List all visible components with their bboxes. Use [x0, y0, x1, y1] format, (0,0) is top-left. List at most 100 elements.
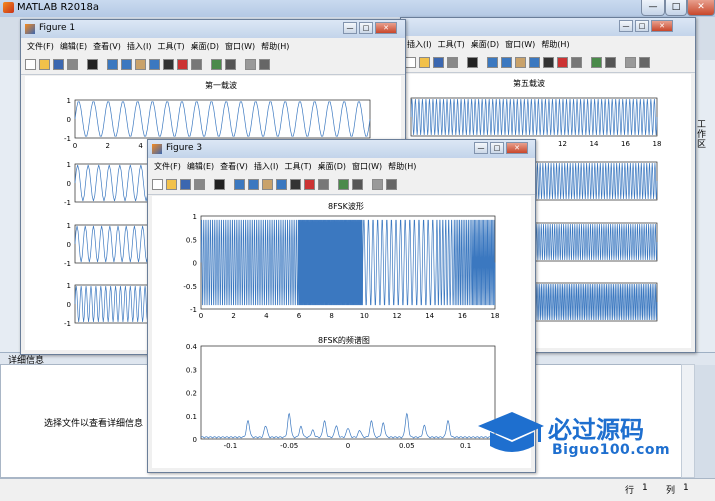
menu-item[interactable]: 工具(T) [284, 160, 311, 174]
y-tick-label: 0 [193, 260, 197, 268]
save-icon[interactable] [53, 59, 64, 70]
pan-icon[interactable] [262, 179, 273, 190]
hide-tools-icon[interactable] [245, 59, 256, 70]
menu-item[interactable]: 查看(V) [93, 40, 121, 54]
menu-item[interactable]: 插入(I) [407, 38, 432, 52]
maximize-button[interactable]: □ [665, 0, 687, 16]
left-panel-strip[interactable] [0, 60, 21, 360]
zoom-out-icon[interactable] [248, 179, 259, 190]
figure-3-minimize-button[interactable]: — [474, 142, 488, 154]
watermark-title: 必过源码 [548, 416, 644, 444]
pan-icon[interactable] [515, 57, 526, 68]
data-cursor-icon[interactable] [543, 57, 554, 68]
link-icon[interactable] [571, 57, 582, 68]
open-file-icon[interactable] [166, 179, 177, 190]
open-file-icon[interactable] [419, 57, 430, 68]
figure-3-toolbar [148, 176, 535, 195]
open-file-icon[interactable] [39, 59, 50, 70]
figure-1-close-button[interactable]: ✕ [375, 22, 397, 34]
figure-2-minimize-button[interactable]: — [619, 20, 633, 32]
brush-icon[interactable] [557, 57, 568, 68]
menu-item[interactable]: 帮助(H) [261, 40, 289, 54]
matlab-title-bar[interactable]: MATLAB R2018a — □ ✕ [0, 0, 715, 17]
figure-2-close-button[interactable]: ✕ [651, 20, 673, 32]
menu-item[interactable]: 插入(I) [254, 160, 279, 174]
col-label: 列 [666, 486, 676, 496]
menu-item[interactable]: 工具(T) [157, 40, 184, 54]
pan-icon[interactable] [135, 59, 146, 70]
menu-item[interactable]: 窗口(W) [505, 38, 535, 52]
figure-icon [152, 144, 162, 154]
menu-item[interactable]: 帮助(H) [541, 38, 569, 52]
figure-1-maximize-button[interactable]: □ [359, 22, 373, 34]
hide-tools-icon[interactable] [625, 57, 636, 68]
fsk-spectrum-axes [200, 345, 496, 440]
x-tick-label: -0.05 [280, 442, 298, 450]
menu-item[interactable]: 窗口(W) [225, 40, 255, 54]
x-tick-label: 0.05 [399, 442, 415, 450]
menu-item[interactable]: 桌面(D) [318, 160, 346, 174]
hide-tools-icon[interactable] [372, 179, 383, 190]
menu-item[interactable]: 窗口(W) [352, 160, 382, 174]
data-cursor-icon[interactable] [163, 59, 174, 70]
detail-scrollbar[interactable] [681, 364, 695, 478]
brush-icon[interactable] [304, 179, 315, 190]
new-file-icon[interactable] [152, 179, 163, 190]
pointer-icon[interactable] [214, 179, 225, 190]
menu-item[interactable]: 桌面(D) [471, 38, 499, 52]
zoom-in-icon[interactable] [487, 57, 498, 68]
colorbar-icon[interactable] [338, 179, 349, 190]
link-icon[interactable] [191, 59, 202, 70]
figure-3-maximize-button[interactable]: □ [490, 142, 504, 154]
save-icon[interactable] [180, 179, 191, 190]
save-icon[interactable] [433, 57, 444, 68]
dock-icon[interactable] [259, 59, 270, 70]
zoom-out-icon[interactable] [501, 57, 512, 68]
print-icon[interactable] [67, 59, 78, 70]
figure-3-close-button[interactable]: ✕ [506, 142, 528, 154]
pointer-icon[interactable] [87, 59, 98, 70]
menu-item[interactable]: 插入(I) [127, 40, 152, 54]
menu-item[interactable]: 工具(T) [438, 38, 465, 52]
new-file-icon[interactable] [405, 57, 416, 68]
legend-icon[interactable] [225, 59, 236, 70]
menu-item[interactable]: 编辑(E) [187, 160, 214, 174]
figure-1-minimize-button[interactable]: — [343, 22, 357, 34]
new-file-icon[interactable] [25, 59, 36, 70]
dock-icon[interactable] [639, 57, 650, 68]
y-tick-label: 1 [67, 282, 71, 290]
dock-icon[interactable] [386, 179, 397, 190]
col-value: 1 [683, 483, 689, 493]
rotate-icon[interactable] [276, 179, 287, 190]
data-cursor-icon[interactable] [290, 179, 301, 190]
print-icon[interactable] [447, 57, 458, 68]
y-tick-label: 0.5 [186, 236, 197, 244]
figure-2-maximize-button[interactable]: □ [635, 20, 649, 32]
zoom-out-icon[interactable] [121, 59, 132, 70]
menu-item[interactable]: 帮助(H) [388, 160, 416, 174]
rotate-icon[interactable] [529, 57, 540, 68]
colorbar-icon[interactable] [591, 57, 602, 68]
close-button[interactable]: ✕ [687, 0, 715, 16]
menu-item[interactable]: 文件(F) [27, 40, 54, 54]
figure-1-title-bar[interactable]: Figure 1 — □ ✕ [21, 20, 405, 38]
link-icon[interactable] [318, 179, 329, 190]
zoom-in-icon[interactable] [234, 179, 245, 190]
brush-icon[interactable] [177, 59, 188, 70]
print-icon[interactable] [194, 179, 205, 190]
rotate-icon[interactable] [149, 59, 160, 70]
zoom-in-icon[interactable] [107, 59, 118, 70]
menu-item[interactable]: 桌面(D) [191, 40, 219, 54]
menu-item[interactable]: 文件(F) [154, 160, 181, 174]
menu-item[interactable]: 编辑(E) [60, 40, 87, 54]
figure-3-title-bar[interactable]: Figure 3 — □ ✕ [148, 140, 535, 158]
y-tick-label: -1 [64, 135, 71, 143]
workspace-panel-strip[interactable] [693, 60, 715, 360]
legend-icon[interactable] [605, 57, 616, 68]
legend-icon[interactable] [352, 179, 363, 190]
colorbar-icon[interactable] [211, 59, 222, 70]
figure-2-title-bar[interactable]: — □ ✕ [401, 18, 695, 36]
menu-item[interactable]: 查看(V) [220, 160, 248, 174]
minimize-button[interactable]: — [641, 0, 665, 16]
pointer-icon[interactable] [467, 57, 478, 68]
